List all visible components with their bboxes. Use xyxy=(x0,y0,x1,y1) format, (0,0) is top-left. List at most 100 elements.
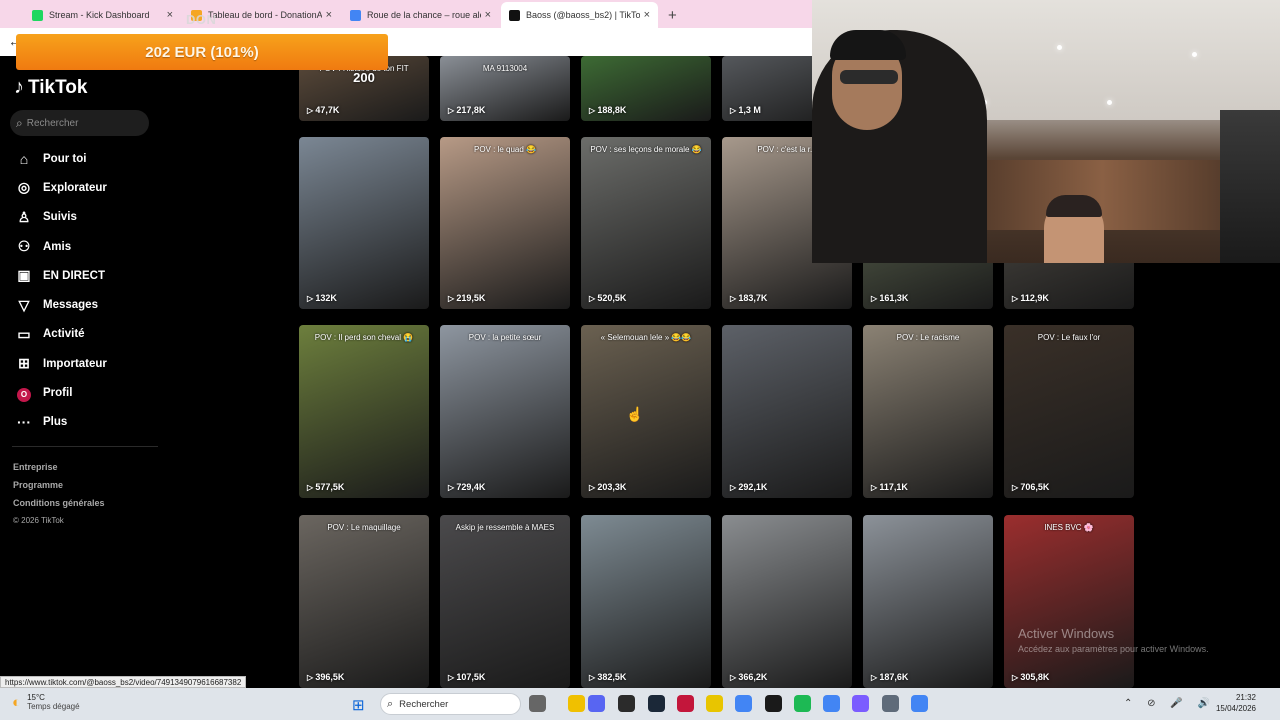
taskbar-app-icon[interactable] xyxy=(588,695,605,712)
taskbar-clock[interactable]: 21:32 15/04/2026 xyxy=(1216,692,1256,714)
video-thumbnail[interactable]: POV : ses leçons de morale 😂 520,5K xyxy=(581,137,711,309)
video-thumbnail[interactable]: Askip je ressemble à MAES 107,5K xyxy=(440,515,570,688)
video-thumbnail[interactable]: 382,5K xyxy=(581,515,711,688)
video-thumbnail[interactable]: POV : la petite sœur 729,4K xyxy=(440,325,570,498)
tiktok-logo[interactable]: ♪ TikTok xyxy=(14,76,87,99)
sidebar-item-en-direct[interactable]: ▣ EN DIRECT xyxy=(16,261,107,290)
windows-start-icon[interactable]: ⊞ xyxy=(352,696,365,714)
friends-icon: ⚇ xyxy=(17,238,31,255)
taskbar-app-icon[interactable] xyxy=(735,695,752,712)
sidebar-item-explorateur[interactable]: ◎ Explorateur xyxy=(16,173,107,202)
search-icon: ⌕ xyxy=(387,697,394,710)
tab-close-icon[interactable]: × xyxy=(167,9,173,21)
donation-goal-bar: 202 EUR (101%) xyxy=(16,34,388,70)
messages-icon: ▽ xyxy=(18,296,30,313)
taskbar-app-icon[interactable] xyxy=(911,695,928,712)
ceiling-light xyxy=(1107,100,1112,105)
taskbar-app-icon[interactable] xyxy=(568,695,585,712)
sidebar-nav: ⌂ Pour toi ◎ Explorateur ♙ Suivis ⚇ Amis ▣ EN DIR… xyxy=(16,144,107,437)
tab-title: Stream - Kick Dashboard xyxy=(49,10,150,20)
taskbar-app-icon[interactable] xyxy=(529,695,546,712)
search-icon: ⌕ xyxy=(16,115,23,130)
sidebar-item-importateur[interactable]: ⊞ Importateur xyxy=(16,349,107,378)
video-caption: POV : ses leçons de morale 😂 xyxy=(590,145,702,154)
tab-close-icon[interactable]: × xyxy=(326,9,332,21)
sidebar-search-input[interactable]: ⌕ Rechercher xyxy=(10,110,149,136)
taskbar-app-icon[interactable] xyxy=(823,695,840,712)
video-thumbnail[interactable]: « Selemouan lele » 😂😂 203,3K xyxy=(581,325,711,498)
weather-widget[interactable]: ◐ 15°C Temps dégagé xyxy=(12,693,80,711)
video-thumbnail[interactable]: 188,8K xyxy=(581,56,711,121)
view-count: 188,8K xyxy=(589,105,626,115)
video-caption: POV : Il perd son cheval 😭 xyxy=(314,333,414,342)
taskbar-app-icon[interactable] xyxy=(794,695,811,712)
video-caption: Askip je ressemble à MAES xyxy=(455,523,555,532)
sidebar-item-label: Messages xyxy=(43,299,98,312)
taskbar-app-icon[interactable] xyxy=(706,695,723,712)
windows-taskbar: ◐ 15°C Temps dégagé ⊞ ⌕ Rechercher ⌃ ⊘ 🎤… xyxy=(0,688,1280,720)
video-caption: MA 9113004 xyxy=(482,64,528,73)
video-thumbnail[interactable]: INES BVC 🌸 305,8K xyxy=(1004,515,1134,688)
streamer-glasses xyxy=(840,70,898,84)
view-count: 217,8K xyxy=(448,105,485,115)
browser-tab[interactable]: Stream - Kick Dashboard × xyxy=(24,2,181,28)
video-thumbnail[interactable]: 292,1K xyxy=(722,325,852,498)
view-count: 1,3 M xyxy=(730,105,761,115)
profile-avatar-icon: O xyxy=(16,384,32,403)
ceiling-light xyxy=(1192,52,1197,57)
sidebar-item-pour-toi[interactable]: ⌂ Pour toi xyxy=(16,144,107,173)
status-link-preview: https://www.tiktok.com/@baoss_bs2/video/… xyxy=(0,676,247,688)
taskbar-app-icon[interactable] xyxy=(618,695,635,712)
taskbar-search-input[interactable]: ⌕ Rechercher xyxy=(380,693,521,715)
sidebar-item-messages[interactable]: ▽ Messages xyxy=(16,290,107,319)
view-count: 132K xyxy=(307,293,337,303)
browser-tab[interactable]: Roue de la chance – roue aléat × xyxy=(342,2,499,28)
system-tray[interactable]: ⌃ ⊘ 🎤 🔊 xyxy=(1124,698,1216,709)
taskbar-app-icon[interactable] xyxy=(677,695,694,712)
new-tab-button[interactable]: + xyxy=(668,7,677,24)
video-thumbnail[interactable]: POV : Le racisme 117,1K xyxy=(863,325,993,498)
video-overlay-number: 200 xyxy=(353,70,375,85)
avatar: O xyxy=(17,388,31,403)
view-count: 47,7K xyxy=(307,105,339,115)
sidebar-divider xyxy=(12,446,158,447)
sidebar-item-label: Activité xyxy=(43,328,85,341)
taskbar-app-icon[interactable] xyxy=(852,695,869,712)
view-count: 107,5K xyxy=(448,672,485,682)
video-thumbnail[interactable]: POV : Il perd son cheval 😭 577,5K xyxy=(299,325,429,498)
view-count: 729,4K xyxy=(448,482,485,492)
view-count: 366,2K xyxy=(730,672,767,682)
video-thumbnail[interactable]: POV : le quad 😂 219,5K xyxy=(440,137,570,309)
view-count: 292,1K xyxy=(730,482,767,492)
sidebar-item-suivis[interactable]: ♙ Suivis xyxy=(16,203,107,232)
footer-link[interactable]: Programme xyxy=(13,476,105,494)
tab-title: Baoss (@baoss_bs2) | TikTok xyxy=(526,10,640,20)
browser-tab-strip: Stream - Kick Dashboard × Tableau de bord … xyxy=(0,0,812,28)
sidebar-item-label: Pour toi xyxy=(43,152,87,165)
video-thumbnail[interactable]: 366,2K xyxy=(722,515,852,688)
taskbar-search-label: Rechercher xyxy=(399,698,449,710)
taskbar-app-icon[interactable] xyxy=(882,695,899,712)
watermark-title: Activer Windows xyxy=(1018,626,1115,641)
sidebar-item-profil[interactable]: O Profil xyxy=(16,378,107,407)
view-count: 396,5K xyxy=(307,672,344,682)
ceiling-light xyxy=(1057,45,1062,50)
video-thumbnail[interactable]: POV : Le faux l'or 706,5K xyxy=(1004,325,1134,498)
activity-icon: ▭ xyxy=(17,325,31,342)
tab-close-icon[interactable]: × xyxy=(485,9,491,21)
sidebar-item-plus[interactable]: ··· Plus xyxy=(16,408,107,437)
weather-temp: 15°C xyxy=(27,693,45,702)
browser-tab[interactable]: Baoss (@baoss_bs2) | TikTok × xyxy=(501,2,658,28)
video-thumbnail[interactable]: 187,6K xyxy=(863,515,993,688)
video-thumbnail[interactable]: POV : Le maquillage 396,5K xyxy=(299,515,429,688)
view-count: 161,3K xyxy=(871,293,908,303)
sidebar-item-activité[interactable]: ▭ Activité xyxy=(16,320,107,349)
sidebar-item-amis[interactable]: ⚇ Amis xyxy=(16,232,107,261)
tab-close-icon[interactable]: × xyxy=(644,9,650,21)
footer-link[interactable]: Entreprise xyxy=(13,458,105,476)
video-thumbnail[interactable]: MA 9113004 217,8K xyxy=(440,56,570,121)
taskbar-app-icon[interactable] xyxy=(765,695,782,712)
video-thumbnail[interactable]: 132K xyxy=(299,137,429,309)
footer-link[interactable]: Conditions générales xyxy=(13,494,105,512)
taskbar-app-icon[interactable] xyxy=(648,695,665,712)
